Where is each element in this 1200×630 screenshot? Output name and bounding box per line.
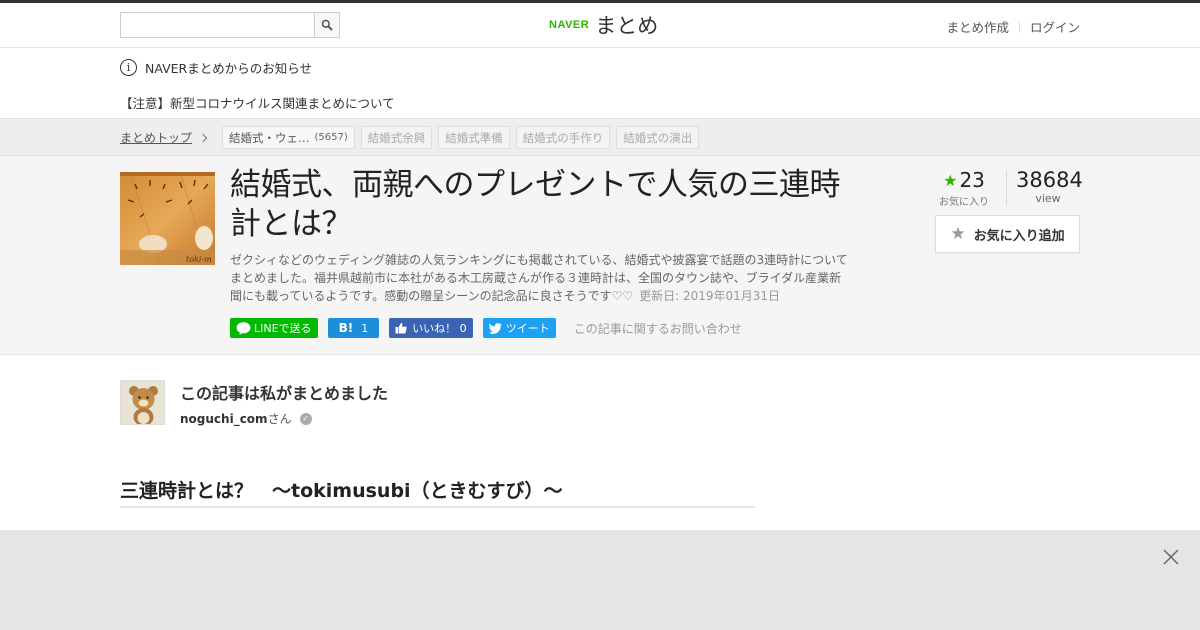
twitter-bird-icon: [488, 322, 502, 334]
login-link[interactable]: ログイン: [1030, 17, 1080, 36]
star-icon: ★: [943, 170, 958, 190]
favorite-count-stat: ★ 23 お気に入り: [936, 168, 992, 208]
category-tag-count: (5657): [314, 132, 348, 143]
info-icon: i: [120, 59, 137, 76]
notice-heading-row: i NAVERまとめからのお知らせ: [120, 58, 1080, 77]
category-tag[interactable]: 結婚式の演出: [616, 126, 700, 149]
category-tag[interactable]: 結婚式余興: [360, 126, 433, 149]
view-count-stat: 38684 view: [1016, 168, 1083, 205]
hatena-count: 1: [361, 321, 369, 335]
category-tag-label: 結婚式の演出: [623, 130, 693, 145]
line-share-label: LINEで送る: [254, 322, 312, 335]
breadcrumb: まとめトップ 結婚式・ウェ… (5657) 結婚式余興 結婚式準備 結婚式の手作…: [120, 126, 705, 149]
stats-divider: [1006, 170, 1007, 206]
header-divider: [1018, 20, 1020, 33]
verified-check-icon: ✓: [299, 412, 312, 425]
author-avatar[interactable]: [120, 380, 165, 425]
category-tag[interactable]: 結婚式準備: [438, 126, 510, 149]
logo-naver-text: NAVER: [549, 19, 590, 31]
close-icon: [1163, 549, 1179, 565]
twitter-tweet-button[interactable]: ツイート: [482, 318, 556, 338]
category-tag[interactable]: 結婚式・ウェ… (5657): [222, 126, 355, 149]
favorite-count-label: お気に入り: [939, 197, 989, 208]
search-button[interactable]: [314, 13, 339, 37]
article-description: ゼクシィなどのウェディング雑誌の人気ランキングにも掲載されている、結婚式や披露宴…: [230, 251, 850, 305]
article-title: 結婚式、両親へのプレゼントで人気の三連時計とは？: [230, 167, 841, 242]
author-section: この記事は私がまとめました noguchi_com さん ✓: [120, 380, 720, 426]
line-icon: [236, 321, 251, 335]
thumbs-up-icon: [395, 322, 407, 334]
notice-section: i NAVERまとめからのお知らせ 【注意】新型コロナウイルス関連まとめについて: [120, 58, 1080, 112]
article-updated-date: 更新日: 2019年01月31日: [639, 289, 781, 303]
add-favorite-button[interactable]: ★ お気に入り追加: [935, 215, 1080, 253]
close-button[interactable]: [1162, 548, 1180, 566]
chevron-right-icon: [198, 133, 208, 142]
article-contact-link[interactable]: この記事に関するお問い合わせ: [574, 320, 742, 337]
category-tag-label: 結婚式準備: [445, 130, 503, 145]
star-icon: ★: [950, 224, 966, 244]
category-tag-label: 結婚式の手作り: [522, 130, 604, 145]
line-share-button[interactable]: LINEで送る: [230, 318, 318, 338]
author-name-link[interactable]: noguchi_com: [180, 412, 268, 426]
article-header: toki-m 結婚式、両親へのプレゼントで人気の三連時計とは？ ゼクシィなどのウ…: [0, 156, 1200, 355]
share-buttons: LINEで送る B! 1 いいね！ 0 ツイート この記事に関するお問い合わせ: [230, 318, 742, 338]
favorite-count: 23: [959, 168, 985, 192]
hatena-icon: B!: [338, 321, 354, 335]
facebook-like-button[interactable]: いいね！ 0: [389, 318, 473, 338]
facebook-like-label: いいね！ 0: [412, 322, 467, 335]
logo-matome-text: まとめ: [595, 14, 659, 38]
twitter-tweet-label: ツイート: [505, 322, 550, 335]
naver-matome-logo[interactable]: NAVER まとめ: [549, 11, 658, 39]
section-heading: 三連時計とは？ 〜tokimusubi（ときむすび）〜: [120, 476, 755, 508]
author-heading: この記事は私がまとめました: [180, 384, 389, 403]
breadcrumb-top-link[interactable]: まとめトップ: [120, 129, 192, 146]
search-input[interactable]: [121, 13, 314, 37]
view-count-label: view: [1035, 192, 1061, 205]
category-tag-label: 結婚式余興: [367, 130, 426, 145]
search-icon: [321, 19, 333, 31]
thumbnail-watermark-text: toki-m: [186, 255, 212, 264]
view-count: 38684: [1016, 168, 1083, 192]
create-matome-link[interactable]: まとめ作成: [946, 17, 1009, 36]
add-favorite-label: お気に入り追加: [973, 228, 1065, 244]
hatena-bookmark-button[interactable]: B! 1: [327, 318, 380, 338]
header-links: まとめ作成 ログイン: [946, 17, 1080, 36]
category-tag[interactable]: 結婚式の手作り: [515, 126, 611, 149]
notice-link[interactable]: 【注意】新型コロナウイルス関連まとめについて: [120, 93, 1080, 112]
breadcrumb-bar: まとめトップ 結婚式・ウェ… (5657) 結婚式余興 結婚式準備 結婚式の手作…: [0, 118, 1200, 156]
article-thumbnail: toki-m: [120, 172, 215, 265]
notice-heading: NAVERまとめからのお知らせ: [145, 61, 312, 76]
favorite-count-row: ★ 23: [936, 168, 992, 192]
ad-banner-area: [0, 530, 1200, 630]
author-name-suffix: さん: [267, 412, 292, 426]
article-stats: ★ 23 お気に入り 38684 view: [936, 168, 1083, 208]
category-tag-label: 結婚式・ウェ…: [229, 130, 310, 145]
author-name-row: noguchi_com さん ✓: [180, 410, 312, 427]
search-box: [120, 12, 340, 38]
site-header: NAVER まとめ まとめ作成 ログイン: [0, 3, 1200, 48]
